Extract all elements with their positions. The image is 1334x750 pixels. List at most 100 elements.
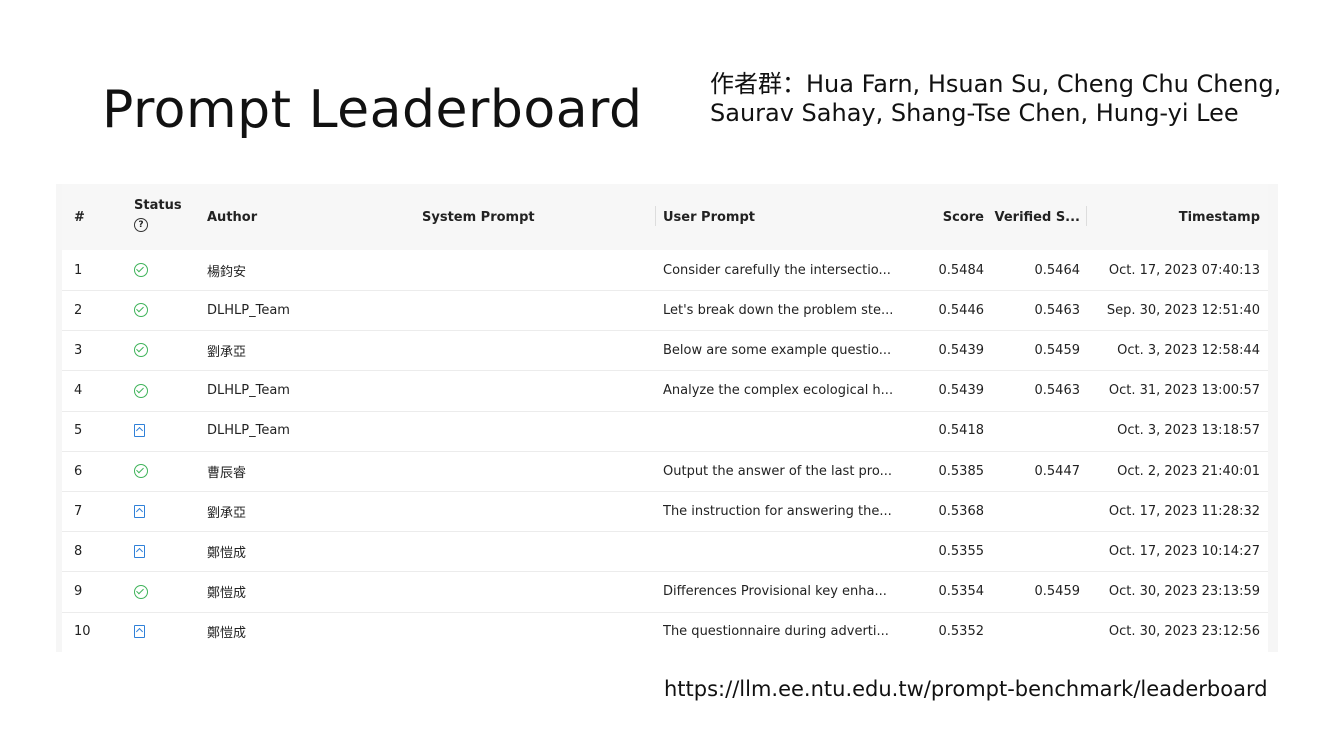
- header-verified-score[interactable]: Verified S...: [992, 184, 1081, 250]
- row-system-prompt: [422, 411, 652, 451]
- row-user-prompt: Let's break down the problem ste...: [663, 302, 894, 318]
- row-timestamp: Sep. 30, 2023 12:51:40: [1106, 302, 1260, 318]
- header-status[interactable]: Status ?: [134, 198, 184, 232]
- row-number: 1: [74, 262, 83, 278]
- row-user-prompt: Consider carefully the intersectio...: [663, 262, 891, 278]
- row-status: [134, 451, 194, 491]
- table-row[interactable]: 4 DLHLP_Team Analyze the complex ecologica…: [62, 371, 1268, 412]
- row-verified-score: 0.5459: [1034, 584, 1081, 600]
- header-score[interactable]: Score: [912, 184, 984, 250]
- row-number: 4: [74, 383, 83, 399]
- authors-line-2: Saurav Sahay, Shang-Tse Chen, Hung-yi Le…: [710, 99, 1239, 127]
- row-verified-score: [992, 411, 1080, 451]
- check-circle-icon: [134, 303, 148, 318]
- check-circle-icon: [134, 584, 148, 599]
- row-system-prompt: [422, 531, 652, 571]
- check-circle-icon: [134, 343, 148, 358]
- row-status: [134, 612, 194, 652]
- row-score: 0.5368: [938, 503, 985, 519]
- table-row[interactable]: 3 劉承亞 Below are some example questio... 0.5…: [62, 330, 1268, 372]
- row-verified-score: 0.5463: [1034, 383, 1081, 399]
- authors-line-1: 作者群：Hua Farn, Hsuan Su, Cheng Chu Cheng,: [710, 70, 1282, 98]
- header-num[interactable]: #: [74, 184, 114, 250]
- row-user-prompt: The instruction for answering the...: [663, 503, 892, 519]
- row-status: [134, 250, 194, 290]
- row-status: [134, 572, 194, 612]
- header-user-prompt[interactable]: User Prompt: [663, 184, 903, 250]
- row-author: DLHLP_Team: [207, 302, 290, 318]
- row-status: [134, 411, 194, 451]
- row-status: [134, 491, 194, 531]
- row-user-prompt: Below are some example questio...: [663, 342, 892, 358]
- leaderboard-url: https://llm.ee.ntu.edu.tw/prompt-benchma…: [664, 677, 1268, 701]
- row-verified-score: [992, 531, 1080, 571]
- check-circle-icon: [134, 263, 148, 277]
- row-timestamp: Oct. 17, 2023 11:28:32: [1108, 503, 1260, 519]
- table-row[interactable]: 1 楊鈞安 Consider carefully the intersectio..…: [62, 250, 1268, 291]
- row-system-prompt: [422, 330, 652, 370]
- row-verified-score: 0.5447: [1034, 463, 1081, 479]
- row-score: 0.5439: [938, 383, 985, 399]
- row-author: 劉承亞: [207, 344, 247, 360]
- row-timestamp: Oct. 30, 2023 23:13:59: [1108, 584, 1260, 600]
- table-row[interactable]: 8 鄭愷成 0.5355 Oct. 17, 2023 10:14:27: [62, 531, 1268, 573]
- row-status: [134, 330, 194, 370]
- row-status: [134, 290, 194, 330]
- row-number: 6: [74, 463, 83, 479]
- row-system-prompt: [422, 250, 652, 290]
- table-row[interactable]: 10 鄭愷成 The questionnaire during adverti...…: [62, 612, 1268, 652]
- row-system-prompt: [422, 491, 652, 531]
- row-verified-score: [992, 491, 1080, 531]
- row-timestamp: Oct. 17, 2023 07:40:13: [1108, 262, 1260, 278]
- row-number: 5: [74, 423, 83, 439]
- row-verified-score: [992, 612, 1080, 652]
- help-icon[interactable]: ?: [134, 218, 148, 232]
- row-system-prompt: [422, 451, 652, 491]
- row-verified-score: 0.5464: [1034, 262, 1081, 278]
- row-author: 曹辰睿: [207, 465, 247, 481]
- row-number: 7: [74, 503, 83, 519]
- row-user-prompt: [663, 531, 903, 571]
- row-number: 9: [74, 584, 83, 600]
- row-timestamp: Oct. 30, 2023 23:12:56: [1108, 624, 1260, 640]
- row-score: 0.5446: [938, 302, 985, 318]
- row-verified-score: 0.5463: [1034, 302, 1081, 318]
- row-system-prompt: [422, 371, 652, 411]
- header-system-prompt[interactable]: System Prompt: [422, 184, 652, 250]
- row-score: 0.5385: [938, 463, 985, 479]
- row-score: 0.5484: [938, 262, 985, 278]
- row-user-prompt: Analyze the complex ecological h...: [663, 383, 894, 399]
- leaderboard-panel: # Status ? Author System Prompt User Pro…: [56, 184, 1278, 652]
- row-timestamp: Oct. 3, 2023 13:18:57: [1117, 423, 1260, 439]
- row-number: 10: [74, 624, 91, 640]
- table-row[interactable]: 5 DLHLP_Team 0.5418 Oct. 3, 2023 13:18:57: [62, 411, 1268, 452]
- check-circle-icon: [134, 383, 148, 398]
- row-score: 0.5355: [938, 543, 985, 559]
- document-icon: [134, 625, 145, 639]
- row-score: 0.5352: [938, 624, 985, 640]
- row-status: [134, 371, 194, 411]
- row-timestamp: Oct. 31, 2023 13:00:57: [1108, 383, 1260, 399]
- row-number: 2: [74, 302, 83, 318]
- table-row[interactable]: 6 曹辰睿 Output the answer of the last pro...…: [62, 451, 1268, 492]
- table-row[interactable]: 9 鄭愷成 Differences Provisional key enha... 0…: [62, 572, 1268, 613]
- row-system-prompt: [422, 290, 652, 330]
- author-list: 作者群：Hua Farn, Hsuan Su, Cheng Chu Cheng,…: [710, 70, 1310, 128]
- column-divider[interactable]: [655, 206, 656, 226]
- table-row[interactable]: 7 劉承亞 The instruction for answering the...…: [62, 491, 1268, 533]
- column-divider[interactable]: [1086, 206, 1087, 226]
- row-timestamp: Oct. 17, 2023 10:14:27: [1108, 543, 1260, 559]
- row-verified-score: 0.5459: [1034, 342, 1081, 358]
- row-timestamp: Oct. 3, 2023 12:58:44: [1117, 342, 1260, 358]
- row-author: DLHLP_Team: [207, 383, 290, 399]
- row-score: 0.5354: [938, 584, 985, 600]
- header-timestamp[interactable]: Timestamp: [1092, 184, 1260, 250]
- table-row[interactable]: 2 DLHLP_Team Let's break down the problem …: [62, 290, 1268, 332]
- row-number: 3: [74, 342, 83, 358]
- row-author: 鄭愷成: [207, 626, 247, 642]
- header-author[interactable]: Author: [207, 184, 407, 250]
- header-status-label: Status: [134, 198, 182, 213]
- row-system-prompt: [422, 612, 652, 652]
- document-icon: [134, 424, 145, 438]
- row-number: 8: [74, 543, 83, 559]
